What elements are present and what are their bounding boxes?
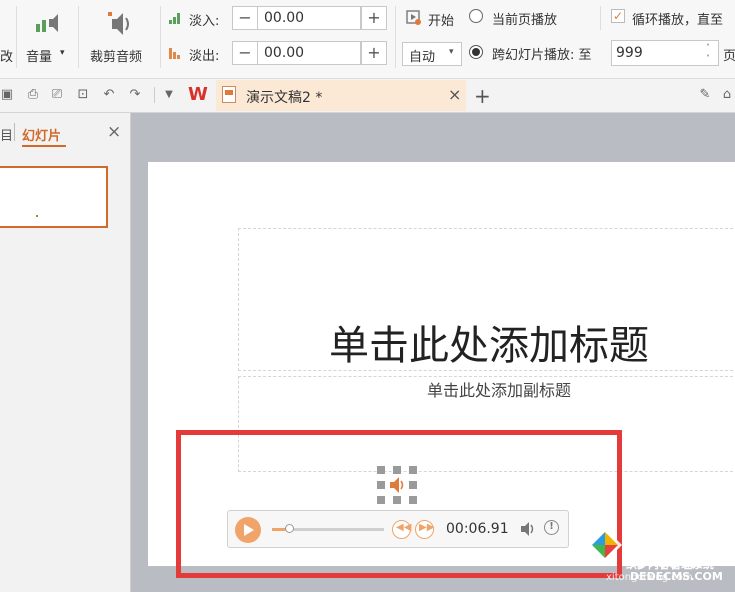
- radio-dot: [472, 48, 480, 56]
- divider: [78, 6, 79, 68]
- current-page-label: 当前页播放: [492, 13, 558, 28]
- fade-in-value: 00.00: [264, 10, 305, 26]
- resize-handle[interactable]: [377, 496, 385, 504]
- volume-label: 音量: [26, 50, 53, 65]
- cross-slide-unit: 页: [723, 49, 735, 64]
- fade-out-label: 淡出:: [189, 49, 220, 64]
- active-tab-underline: [22, 145, 66, 147]
- divider: [600, 6, 601, 30]
- volume-button[interactable]: 音量 ▾: [24, 4, 68, 70]
- resize-handle[interactable]: [409, 466, 417, 474]
- current-page-radio[interactable]: [469, 9, 483, 23]
- start-select[interactable]: 自动 ▾: [402, 42, 462, 66]
- thumbnail-audio-dot: [36, 215, 38, 217]
- file-icon-mark: [225, 90, 233, 95]
- fade-in-plus-button[interactable]: +: [361, 6, 387, 30]
- pin-icon[interactable]: ✎: [698, 88, 712, 102]
- new-tab-button[interactable]: +: [474, 84, 491, 108]
- divider: [160, 6, 161, 68]
- customize-toolbar-icon[interactable]: ▼: [162, 88, 176, 102]
- ribbon: 改 音量 ▾ 裁剪音频 淡入: − 00.00 + 淡出: − 00.00 + …: [0, 0, 735, 79]
- info-icon[interactable]: !: [544, 520, 559, 535]
- start-label: 开始: [428, 14, 455, 29]
- volume-icon: [36, 14, 58, 32]
- fade-out-minus-button[interactable]: −: [232, 41, 258, 65]
- fast-forward-icon: ▶▶: [419, 522, 435, 533]
- tab-document[interactable]: 演示文稿2 * ×: [216, 80, 466, 111]
- divider: [395, 6, 396, 68]
- start-clock-icon: [406, 10, 421, 25]
- cross-slide-radio[interactable]: [469, 45, 483, 59]
- audio-object[interactable]: [377, 466, 417, 504]
- tab-slides[interactable]: 幻灯片: [22, 125, 61, 144]
- play-button[interactable]: [235, 517, 261, 543]
- skin-icon[interactable]: ⌂: [720, 88, 734, 102]
- audio-player: ◀◀ ▶▶ 00:06.91 !: [227, 510, 569, 548]
- highlight-box: [176, 430, 622, 578]
- trim-audio-icon: [108, 12, 129, 35]
- save-icon[interactable]: ▣: [0, 88, 14, 102]
- loop-label: 循环播放，直至: [632, 13, 724, 28]
- trim-audio-label: 裁剪音频: [90, 50, 143, 65]
- ribbon-partial-label[interactable]: 改: [0, 46, 13, 65]
- outline-tab-partial[interactable]: 目: [0, 125, 13, 144]
- cross-slide-value: 999: [616, 45, 643, 61]
- title-placeholder-text: 单击此处添加标题: [329, 323, 649, 369]
- spinner-arrows-icon[interactable]: ˄ ˅: [706, 42, 710, 64]
- fade-out-input[interactable]: 00.00: [257, 41, 361, 65]
- resize-handle[interactable]: [393, 466, 401, 474]
- fade-out-icon: [169, 48, 180, 59]
- fade-in-minus-button[interactable]: −: [232, 6, 258, 30]
- resize-handle[interactable]: [409, 481, 417, 489]
- wps-logo-icon[interactable]: W: [188, 84, 208, 105]
- cross-slide-label: 跨幻灯片播放: 至: [492, 48, 592, 63]
- resize-handle[interactable]: [377, 481, 385, 489]
- divider: [16, 6, 17, 68]
- trim-audio-button[interactable]: 裁剪音频: [86, 4, 154, 70]
- watermark-domain: DEDECMS.COM: [630, 570, 723, 583]
- slide-thumbnail[interactable]: [0, 166, 108, 228]
- windows-logo-icon: [588, 528, 622, 562]
- progress-knob[interactable]: [284, 524, 294, 533]
- resize-handle[interactable]: [409, 496, 417, 504]
- speaker-icon: [390, 477, 404, 493]
- close-panel-icon[interactable]: ×: [107, 122, 121, 142]
- start-select-value: 自动: [409, 50, 436, 65]
- title-placeholder[interactable]: 单击此处添加标题: [238, 228, 735, 371]
- redo-icon[interactable]: ↷: [128, 88, 142, 102]
- rewind-button[interactable]: ◀◀: [392, 520, 411, 539]
- fade-in-icon: [169, 13, 180, 24]
- watermark: 系统城 xitongcheng.com 织梦内容管理系统 DEDECMS.COM: [584, 520, 735, 592]
- chevron-down-icon: ▾: [60, 48, 65, 58]
- fade-in-input[interactable]: 00.00: [257, 6, 361, 30]
- divider: [14, 123, 15, 141]
- volume-icon[interactable]: [520, 521, 536, 537]
- rewind-icon: ◀◀: [396, 522, 412, 533]
- fade-out-value: 00.00: [264, 45, 305, 61]
- print-preview-icon[interactable]: ⊡: [76, 88, 90, 102]
- cross-slide-input[interactable]: 999 ˄ ˅: [611, 40, 719, 66]
- chevron-down-icon: ▾: [449, 47, 454, 57]
- presentation-file-icon: [222, 86, 236, 103]
- close-tab-icon[interactable]: ×: [448, 85, 461, 104]
- divider: [154, 87, 155, 103]
- print-icon[interactable]: ⎚: [50, 88, 64, 102]
- doc-tab-title: 演示文稿2 *: [246, 90, 323, 106]
- loop-checkbox[interactable]: ✓: [611, 9, 625, 23]
- fade-in-label: 淡入:: [189, 14, 220, 29]
- undo-icon[interactable]: ↶: [102, 88, 116, 102]
- resize-handle[interactable]: [377, 466, 385, 474]
- fade-out-plus-button[interactable]: +: [361, 41, 387, 65]
- playback-time: 00:06.91: [446, 521, 509, 537]
- subtitle-placeholder-text: 单击此处添加副标题: [427, 381, 572, 400]
- export-pdf-icon[interactable]: ⎙: [26, 88, 40, 102]
- resize-handle[interactable]: [393, 496, 401, 504]
- play-icon: [244, 524, 254, 536]
- fast-forward-button[interactable]: ▶▶: [415, 520, 434, 539]
